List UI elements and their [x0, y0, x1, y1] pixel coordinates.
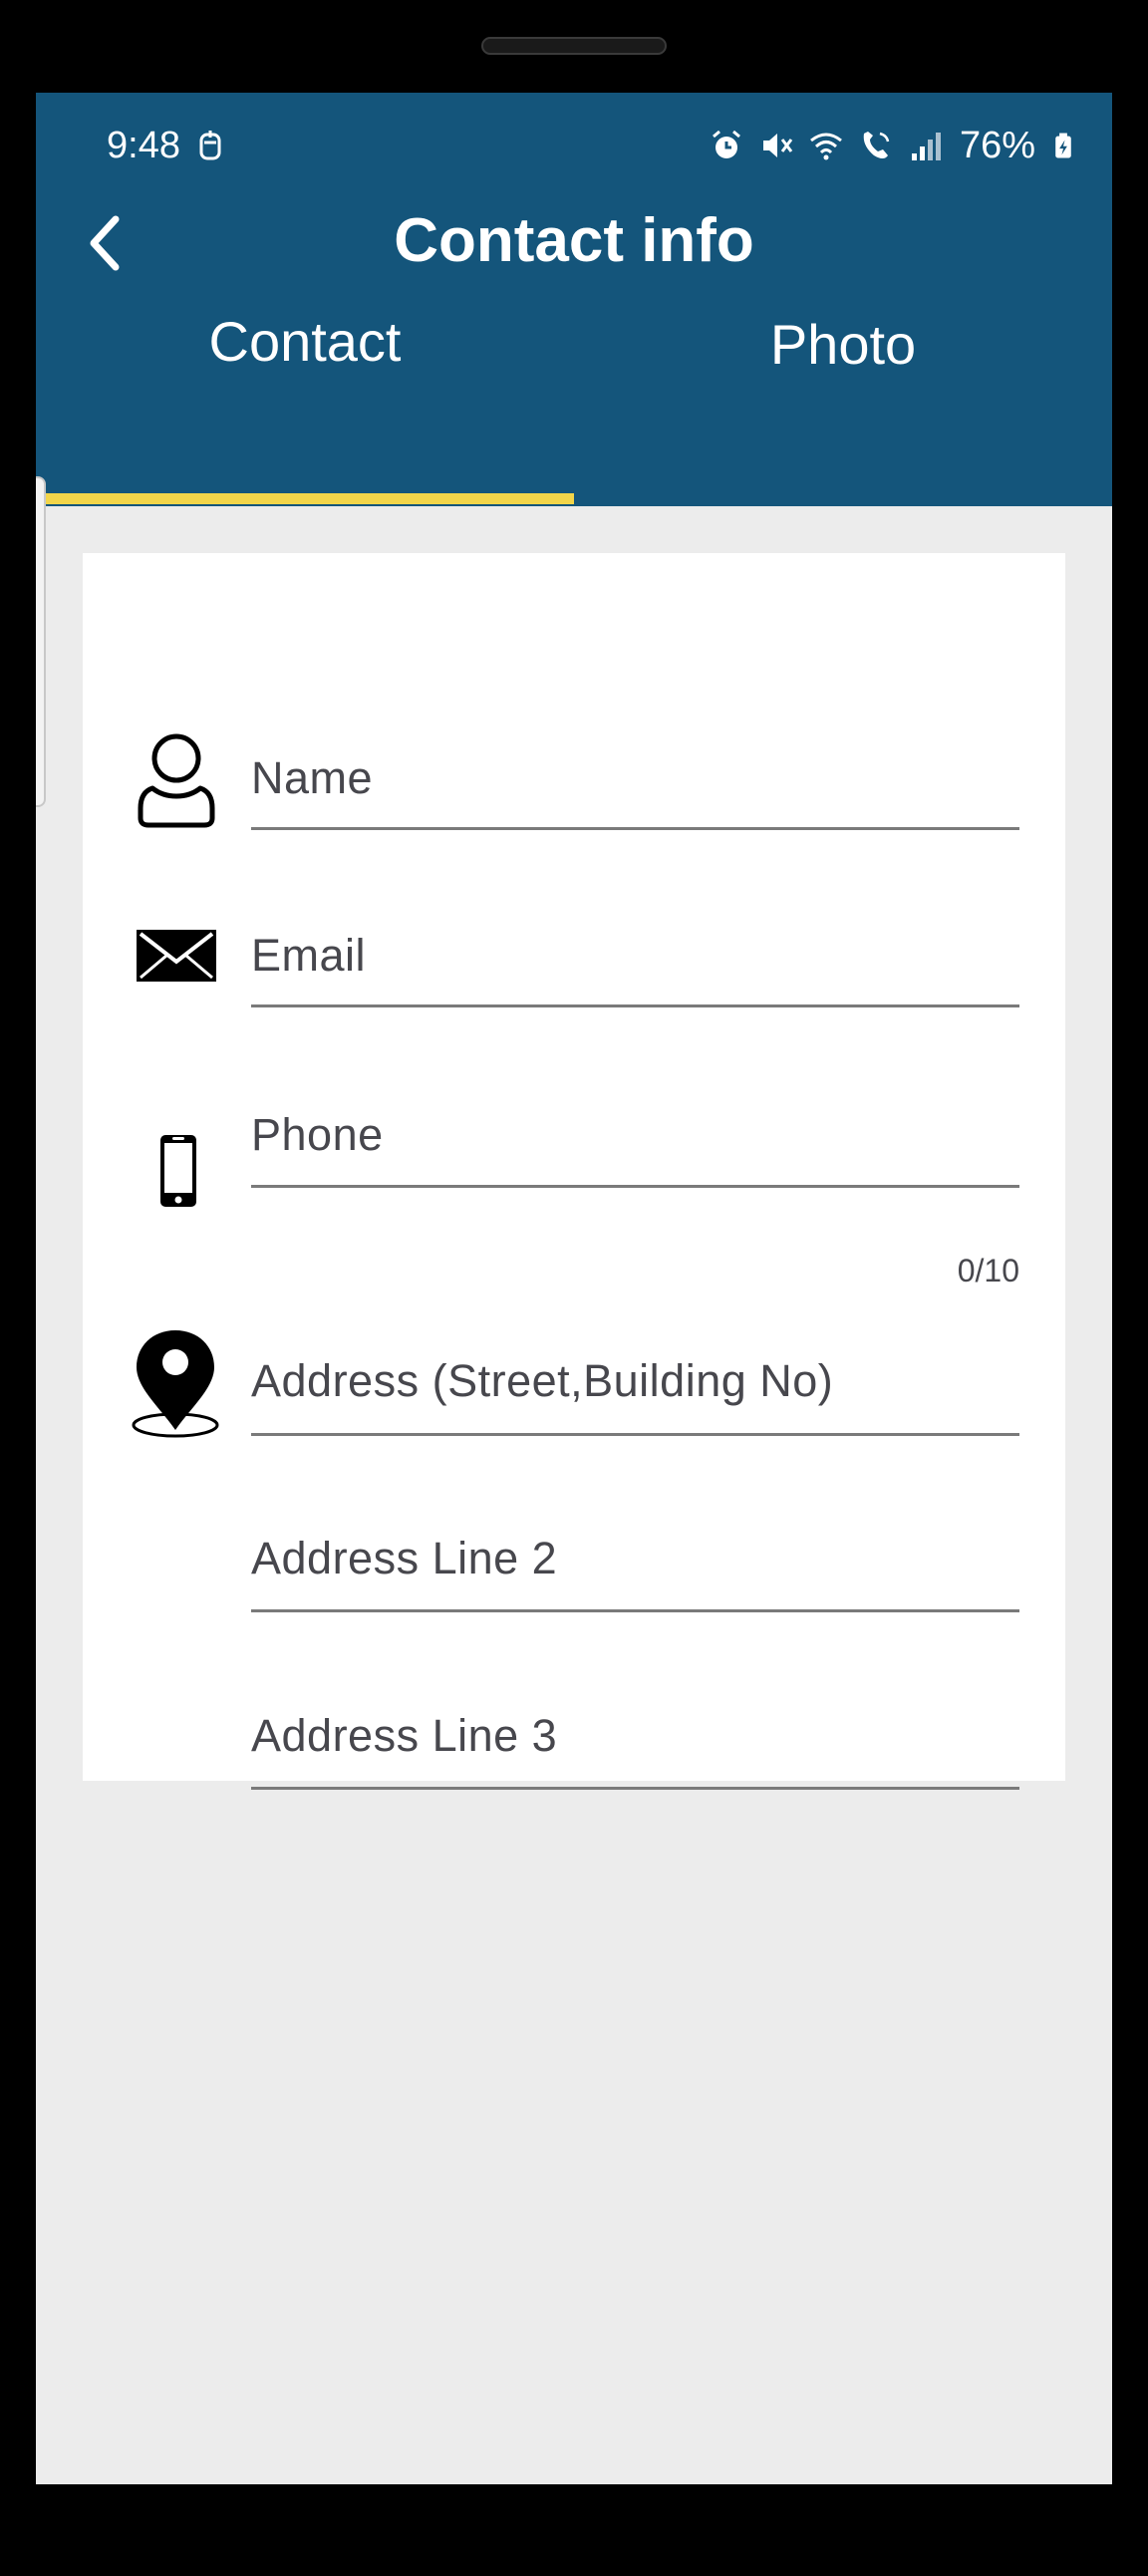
address-line3-placeholder: Address Line 3 [251, 1710, 558, 1761]
phone-field[interactable]: Phone [251, 1109, 1019, 1189]
email-field[interactable]: Email [251, 930, 1019, 1009]
status-time: 9:48 [107, 125, 180, 166]
person-icon [138, 733, 215, 828]
address-line3-underline [251, 1787, 1019, 1790]
edge-panel-handle[interactable] [36, 476, 46, 807]
device-bottom-bezel [0, 2484, 1148, 2576]
location-pin-icon [132, 1330, 219, 1438]
status-bar: 9:48 76% [36, 93, 1112, 212]
tab-indicator [36, 493, 574, 504]
mute-icon [763, 134, 793, 157]
tab-contact-label: Contact [208, 310, 402, 373]
contact-form-card: Name Email Phone 0/10 Address (Street,Bu… [83, 553, 1065, 1790]
name-underline [251, 827, 1019, 830]
signal-icon [912, 133, 941, 160]
tab-contact[interactable]: Contact [36, 310, 574, 506]
address-line2-underline [251, 1609, 1019, 1612]
status-icons: 76% [709, 124, 1077, 166]
tab-bar: Contact Photo [36, 310, 1112, 506]
email-underline [251, 1004, 1019, 1007]
address-line1-field[interactable]: Address (Street,Building No) [251, 1355, 1019, 1436]
app-bar: 9:48 76% Contact info Contact Photo [36, 93, 1112, 506]
envelope-icon [137, 930, 216, 982]
tab-photo-label: Photo [769, 313, 917, 376]
page-title: Contact info [394, 206, 754, 275]
name-placeholder: Name [251, 752, 374, 803]
app-screen: 9:48 76% Contact info Contact Photo Name… [36, 93, 1112, 2484]
earpiece-speaker [481, 37, 667, 55]
battery-charging-icon [1055, 133, 1071, 158]
name-field[interactable]: Name [251, 752, 1019, 832]
email-placeholder: Email [251, 930, 367, 981]
wifi-icon [810, 133, 842, 160]
address-line2-field[interactable]: Address Line 2 [251, 1533, 1019, 1612]
nfc-pay-icon [199, 131, 221, 160]
address-line3-field[interactable]: Address Line 3 [251, 1710, 1019, 1790]
alarm-icon [713, 130, 740, 158]
phone-char-counter: 0/10 [957, 1253, 1019, 1288]
address-line1-placeholder: Address (Street,Building No) [251, 1355, 834, 1406]
address-line1-underline [251, 1433, 1019, 1436]
phone-icon [160, 1135, 196, 1207]
phone-underline [251, 1185, 1019, 1188]
address-line2-placeholder: Address Line 2 [251, 1533, 558, 1583]
device-frame: 9:48 76% Contact info Contact Photo Name… [0, 0, 1148, 2576]
battery-percent: 76% [960, 124, 1036, 166]
phone-placeholder: Phone [251, 1109, 384, 1160]
wifi-calling-icon [863, 132, 890, 158]
tab-photo[interactable]: Photo [574, 313, 1112, 506]
